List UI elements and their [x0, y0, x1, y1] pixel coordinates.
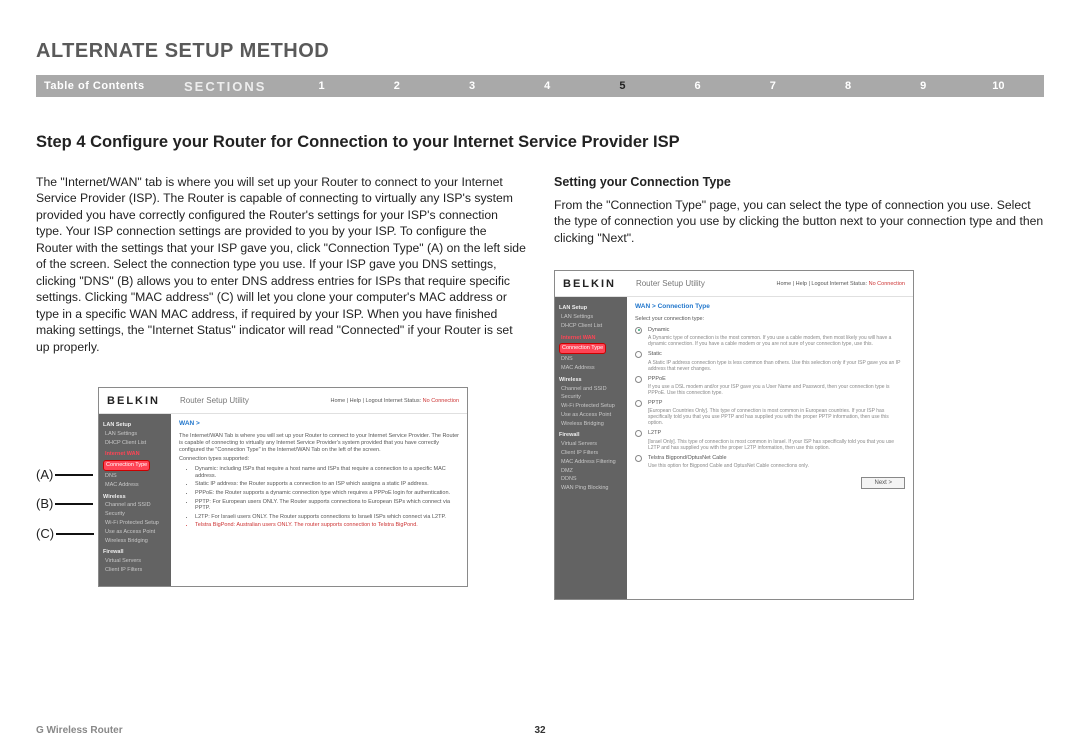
next-button: Next > — [861, 477, 905, 489]
section-navbar: Table of Contents SECTIONS 1 2 3 4 5 6 7… — [36, 75, 1044, 97]
sidebar-left-shot2: LAN Setup LAN Settings DHCP Client List … — [555, 297, 627, 599]
select-label: Select your connection type: — [635, 316, 905, 323]
breadcrumb-connection-type: WAN > Connection Type — [635, 303, 905, 312]
status-no-connection: No Connection — [423, 398, 459, 404]
breadcrumb-wan: WAN > — [179, 420, 459, 429]
right-subhead: Setting your Connection Type — [554, 174, 1044, 191]
belkin-logo: BELKIN — [107, 394, 160, 409]
sidebar-left-shot1: LAN Setup LAN Settings DHCP Client List … — [99, 414, 171, 586]
step-heading: Step 4 Configure your Router for Connect… — [36, 133, 1044, 152]
section-6[interactable]: 6 — [660, 80, 735, 92]
footer-product: G Wireless Router — [36, 725, 123, 736]
section-4[interactable]: 4 — [510, 80, 585, 92]
radio-pptp — [635, 400, 642, 407]
sidebar-connection-type-2: Connection Type — [559, 343, 606, 354]
radio-l2tp — [635, 430, 642, 437]
radio-dynamic — [635, 327, 642, 334]
section-10[interactable]: 10 — [961, 80, 1036, 92]
radio-static — [635, 351, 642, 358]
header-links-2: Home | Help | Logout Internet Status: No… — [776, 281, 905, 288]
label-a: (A) — [36, 466, 53, 484]
label-c: (C) — [36, 525, 54, 543]
header-links: Home | Help | Logout Internet Status: No… — [331, 398, 460, 405]
left-paragraph: The "Internet/WAN" tab is where you will… — [36, 174, 526, 355]
page-number: 32 — [534, 725, 545, 736]
shot1-intro: The Internet/WAN Tab is where you will s… — [179, 433, 459, 454]
screenshot-connection-type: BELKIN Router Setup Utility Home | Help … — [554, 270, 914, 600]
radio-pppoe — [635, 376, 642, 383]
section-1[interactable]: 1 — [284, 80, 359, 92]
label-b: (B) — [36, 495, 53, 513]
toc-link[interactable]: Table of Contents — [44, 80, 184, 92]
sections-label: SECTIONS — [184, 79, 284, 94]
right-paragraph: From the "Connection Type" page, you can… — [554, 197, 1044, 246]
section-3[interactable]: 3 — [434, 80, 509, 92]
section-2[interactable]: 2 — [359, 80, 434, 92]
section-7[interactable]: 7 — [735, 80, 810, 92]
shot1-supported-label: Connection types supported: — [179, 456, 459, 463]
section-5[interactable]: 5 — [585, 80, 660, 92]
screenshot-wan-overview: BELKIN Router Setup Utility Home | Help … — [98, 387, 468, 587]
page-title: ALTERNATE SETUP METHOD — [36, 40, 1044, 63]
shot1-bullets: Dynamic: including ISPs that require a h… — [189, 466, 459, 529]
section-8[interactable]: 8 — [810, 80, 885, 92]
radio-telstra — [635, 455, 642, 462]
sidebar-connection-type: Connection Type — [103, 460, 150, 471]
section-9[interactable]: 9 — [886, 80, 961, 92]
belkin-logo-2: BELKIN — [563, 277, 616, 292]
utility-title-2: Router Setup Utility — [636, 279, 705, 290]
utility-title: Router Setup Utility — [180, 396, 249, 407]
callout-labels: (A) (B) (C) — [36, 466, 94, 543]
